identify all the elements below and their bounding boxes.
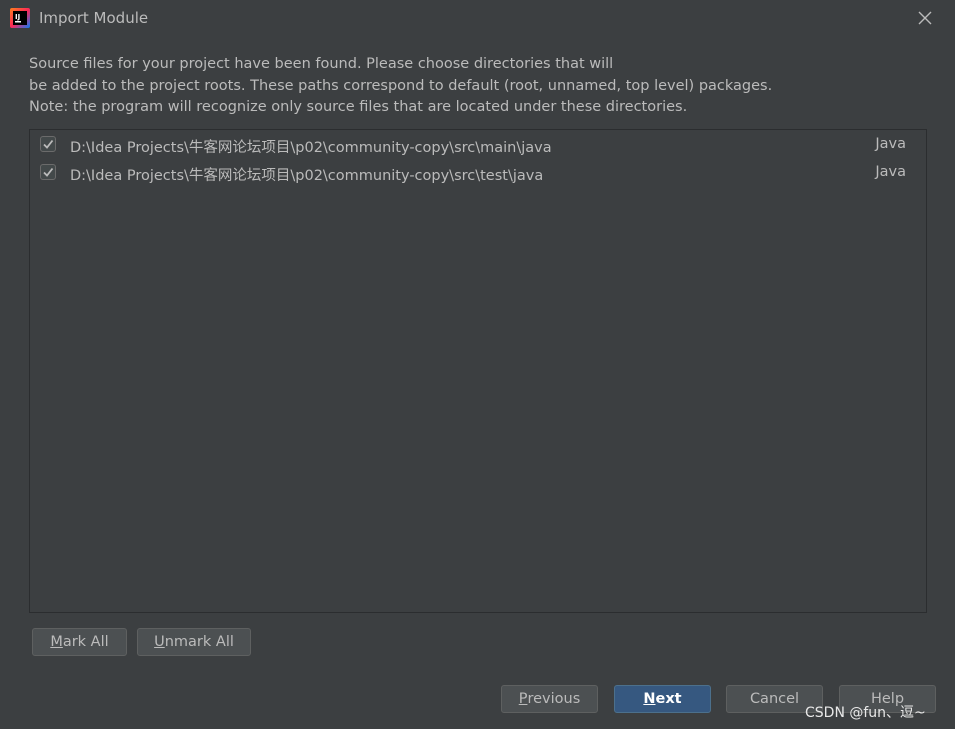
next-mnemonic: N [643,691,656,707]
directory-checkbox[interactable] [40,136,56,152]
previous-label: revious [527,691,581,707]
directory-path: D:\Idea Projects\牛客网论坛项目\p02\community-c… [70,140,552,156]
directory-type: Java [875,164,906,180]
cancel-label: Cancel [749,691,800,707]
mark-all-mnemonic: M [50,634,63,650]
close-icon [918,11,932,25]
svg-text:IJ: IJ [15,13,20,21]
next-label: ext [655,691,682,707]
checkmark-icon [43,167,54,177]
next-button[interactable]: Next [614,685,711,713]
directory-checkbox[interactable] [40,164,56,180]
description-line-1: Source files for your project have been … [29,56,614,72]
unmark-all-button[interactable]: Unmark All [137,628,251,656]
close-button[interactable] [910,4,940,32]
description-line-3: Note: the program will recognize only so… [29,99,688,115]
mark-all-label: ark All [62,634,109,650]
title-bar: IJ Import Module [0,0,955,38]
directory-row[interactable]: D:\Idea Projects\牛客网论坛项目\p02\community-c… [30,159,926,187]
unmark-all-mnemonic: U [154,634,165,650]
description: Source files for your project have been … [29,54,929,119]
description-line-2: be added to the project roots. These pat… [29,77,773,94]
window-title: Import Module [39,9,149,27]
watermark: CSDN @fun、逗~ [805,705,926,721]
unmark-all-label: nmark All [164,634,234,650]
directory-path: D:\Idea Projects\牛客网论坛项目\p02\community-c… [70,168,544,184]
checkmark-icon [43,139,54,149]
previous-mnemonic: P [518,691,528,707]
intellij-app-icon: IJ [10,8,30,28]
directory-type: Java [875,136,906,152]
directory-row[interactable]: D:\Idea Projects\牛客网论坛项目\p02\community-c… [30,131,926,159]
source-directory-list[interactable]: D:\Idea Projects\牛客网论坛项目\p02\community-c… [29,129,927,613]
previous-button[interactable]: Previous [501,685,598,713]
mark-all-button[interactable]: Mark All [32,628,127,656]
